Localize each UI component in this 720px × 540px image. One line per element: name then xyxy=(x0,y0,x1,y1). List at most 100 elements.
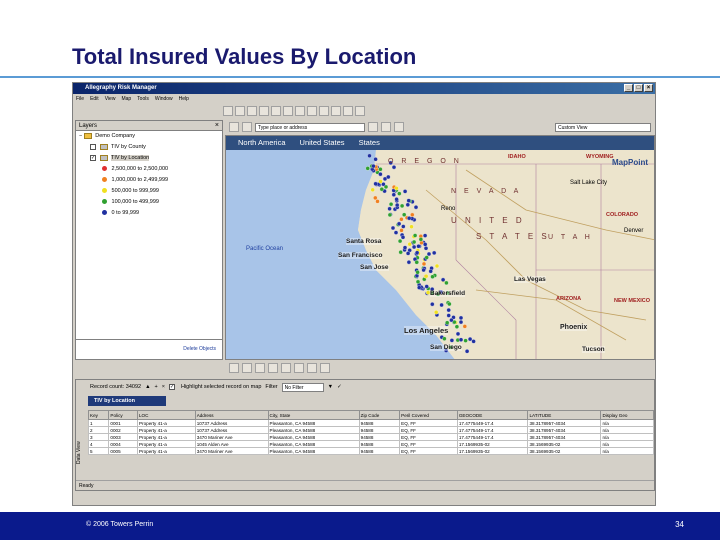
new-icon[interactable] xyxy=(223,106,233,116)
line-color-icon[interactable] xyxy=(307,363,317,373)
table-cell[interactable]: 17.1569935-02 xyxy=(456,447,529,455)
table-row[interactable]: 1 0001 Property 41-a 10737 Address Pleasanto… xyxy=(87,419,654,427)
menu-view[interactable]: View xyxy=(105,94,116,104)
table-cell[interactable]: Property 41-a xyxy=(136,440,196,448)
fill-color-icon[interactable] xyxy=(294,363,304,373)
table-cell[interactable]: 2 xyxy=(87,426,110,434)
column-header[interactable]: GEOCODE xyxy=(456,410,529,420)
table-cell[interactable]: 94588 xyxy=(358,440,401,448)
table-cell[interactable]: 38.1569935-02 xyxy=(527,447,602,455)
text-icon[interactable] xyxy=(281,363,291,373)
table-icon[interactable] xyxy=(343,106,353,116)
view-select[interactable]: Custom View xyxy=(555,122,651,132)
table-cell[interactable]: 0004 xyxy=(108,440,138,448)
table-cell[interactable]: EQ, FF xyxy=(399,447,458,455)
close-button[interactable]: × xyxy=(644,84,653,92)
table-cell[interactable]: EQ, FF xyxy=(399,426,458,434)
zoom-in-icon[interactable] xyxy=(394,122,404,132)
table-cell[interactable]: 17.1569935-02 xyxy=(456,440,529,448)
table-cell[interactable]: Property 41-a xyxy=(136,447,196,455)
table-cell[interactable]: n/a xyxy=(600,440,654,448)
table-cell[interactable]: n/a xyxy=(600,447,654,455)
menu-window[interactable]: Window xyxy=(155,94,173,104)
layer-checkbox[interactable] xyxy=(90,143,96,150)
cut-icon[interactable] xyxy=(271,106,281,116)
funnel-icon[interactable]: ▼ xyxy=(328,384,333,390)
table-cell[interactable]: Pleasanton, CA 94588 xyxy=(267,419,360,427)
close-icon[interactable]: × xyxy=(215,121,219,131)
zoom-out-icon[interactable] xyxy=(381,122,391,132)
table-cell[interactable]: 3470 Mariner Ave xyxy=(194,447,269,455)
table-cell[interactable]: Property 41-a xyxy=(136,433,196,441)
column-header[interactable]: LATITUDE xyxy=(527,410,602,420)
table-cell[interactable]: 38.3178957-4034 xyxy=(527,426,602,434)
filter-select[interactable]: No Filter xyxy=(281,382,324,392)
table-cell[interactable]: 1045 Alden Ave xyxy=(194,440,269,448)
table-cell[interactable]: 17.4775449-17.4 xyxy=(456,433,529,441)
column-header[interactable]: LOC xyxy=(136,410,196,420)
circle-icon[interactable] xyxy=(268,363,278,373)
column-header[interactable]: City, State xyxy=(267,410,360,420)
save-icon[interactable] xyxy=(247,106,257,116)
help-icon[interactable] xyxy=(355,106,365,116)
delete-objects-link[interactable]: Delete Objects xyxy=(183,346,216,352)
menu-map[interactable]: Map xyxy=(121,94,131,104)
font-color-icon[interactable] xyxy=(320,363,330,373)
column-header[interactable]: Key xyxy=(87,410,110,420)
table-cell[interactable]: 4 xyxy=(87,440,110,448)
crumb-north-america[interactable]: North America xyxy=(238,136,286,150)
column-header[interactable]: Display Geo xyxy=(600,410,654,420)
table-cell[interactable]: n/a xyxy=(600,419,654,427)
table-cell[interactable]: n/a xyxy=(600,433,654,441)
column-header[interactable]: Policy xyxy=(108,410,138,420)
table-cell[interactable]: Pleasanton, CA 94588 xyxy=(267,447,360,455)
table-row[interactable]: 3 0003 Property 41-a 3470 Mariner Ave Pleasa… xyxy=(87,433,654,441)
layer-icon[interactable] xyxy=(319,106,329,116)
undo-icon[interactable] xyxy=(307,106,317,116)
table-cell[interactable]: 3470 Mariner Ave xyxy=(194,433,269,441)
tree-item-company[interactable]: − Demo Company xyxy=(76,131,222,142)
table-cell[interactable]: 38.1569935-02 xyxy=(527,440,602,448)
table-row[interactable]: 4 0004 Property 41-a 1045 Alden Ave Pleasant… xyxy=(87,440,654,448)
table-cell[interactable]: EQ, FF xyxy=(399,419,458,427)
table-cell[interactable]: 0005 xyxy=(108,447,138,455)
tree-item-tiv-location[interactable]: ✓ TIV by Location xyxy=(76,153,222,164)
table-cell[interactable]: 1 xyxy=(87,419,110,427)
add-icon[interactable]: + xyxy=(155,384,158,390)
menu-help[interactable]: Help xyxy=(179,94,189,104)
remove-icon[interactable]: × xyxy=(162,384,165,390)
column-header[interactable]: Address xyxy=(194,410,269,420)
rectangle-icon[interactable] xyxy=(255,363,265,373)
column-header[interactable]: Zip Code xyxy=(358,410,401,420)
table-cell[interactable]: 17.4775449-17.4 xyxy=(456,419,529,427)
minimize-button[interactable]: _ xyxy=(624,84,633,92)
table-cell[interactable]: n/a xyxy=(600,426,654,434)
table-cell[interactable]: 38.3178957-4034 xyxy=(527,419,602,427)
table-cell[interactable]: 94588 xyxy=(358,433,401,441)
open-icon[interactable] xyxy=(235,106,245,116)
table-cell[interactable]: 10737 Address xyxy=(194,426,269,434)
place-search-input[interactable]: Type place or address xyxy=(255,122,365,132)
column-header[interactable]: Peril Covered xyxy=(399,410,458,420)
table-cell[interactable]: Pleasanton, CA 94588 xyxy=(267,433,360,441)
copy-icon[interactable] xyxy=(283,106,293,116)
table-cell[interactable]: 0003 xyxy=(108,433,138,441)
apply-icon[interactable]: ✓ xyxy=(337,384,342,390)
layer-checkbox[interactable]: ✓ xyxy=(90,154,96,161)
table-cell[interactable]: 0002 xyxy=(108,426,138,434)
paste-icon[interactable] xyxy=(295,106,305,116)
table-cell[interactable]: 10737 Address xyxy=(194,419,269,427)
table-cell[interactable]: 17.4775449-17.4 xyxy=(456,426,529,434)
tree-item-tiv-county[interactable]: TIV by County xyxy=(76,142,222,153)
table-cell[interactable]: 94588 xyxy=(358,426,401,434)
map-view[interactable]: North America United States States MapPo… xyxy=(225,135,655,360)
tab-tiv-by-location[interactable]: TIV by Location xyxy=(88,396,166,406)
crumb-united-states[interactable]: United States xyxy=(300,136,345,150)
menu-file[interactable]: File xyxy=(76,94,84,104)
table-cell[interactable]: Pleasanton, CA 94588 xyxy=(267,426,360,434)
table-cell[interactable]: 0001 xyxy=(108,419,138,427)
table-row[interactable]: 5 0005 Property 41-a 3470 Mariner Ave Pleasa… xyxy=(87,447,654,455)
back-icon[interactable] xyxy=(229,122,239,132)
menu-tools[interactable]: Tools xyxy=(137,94,149,104)
table-cell[interactable]: Property 41-a xyxy=(136,419,196,427)
